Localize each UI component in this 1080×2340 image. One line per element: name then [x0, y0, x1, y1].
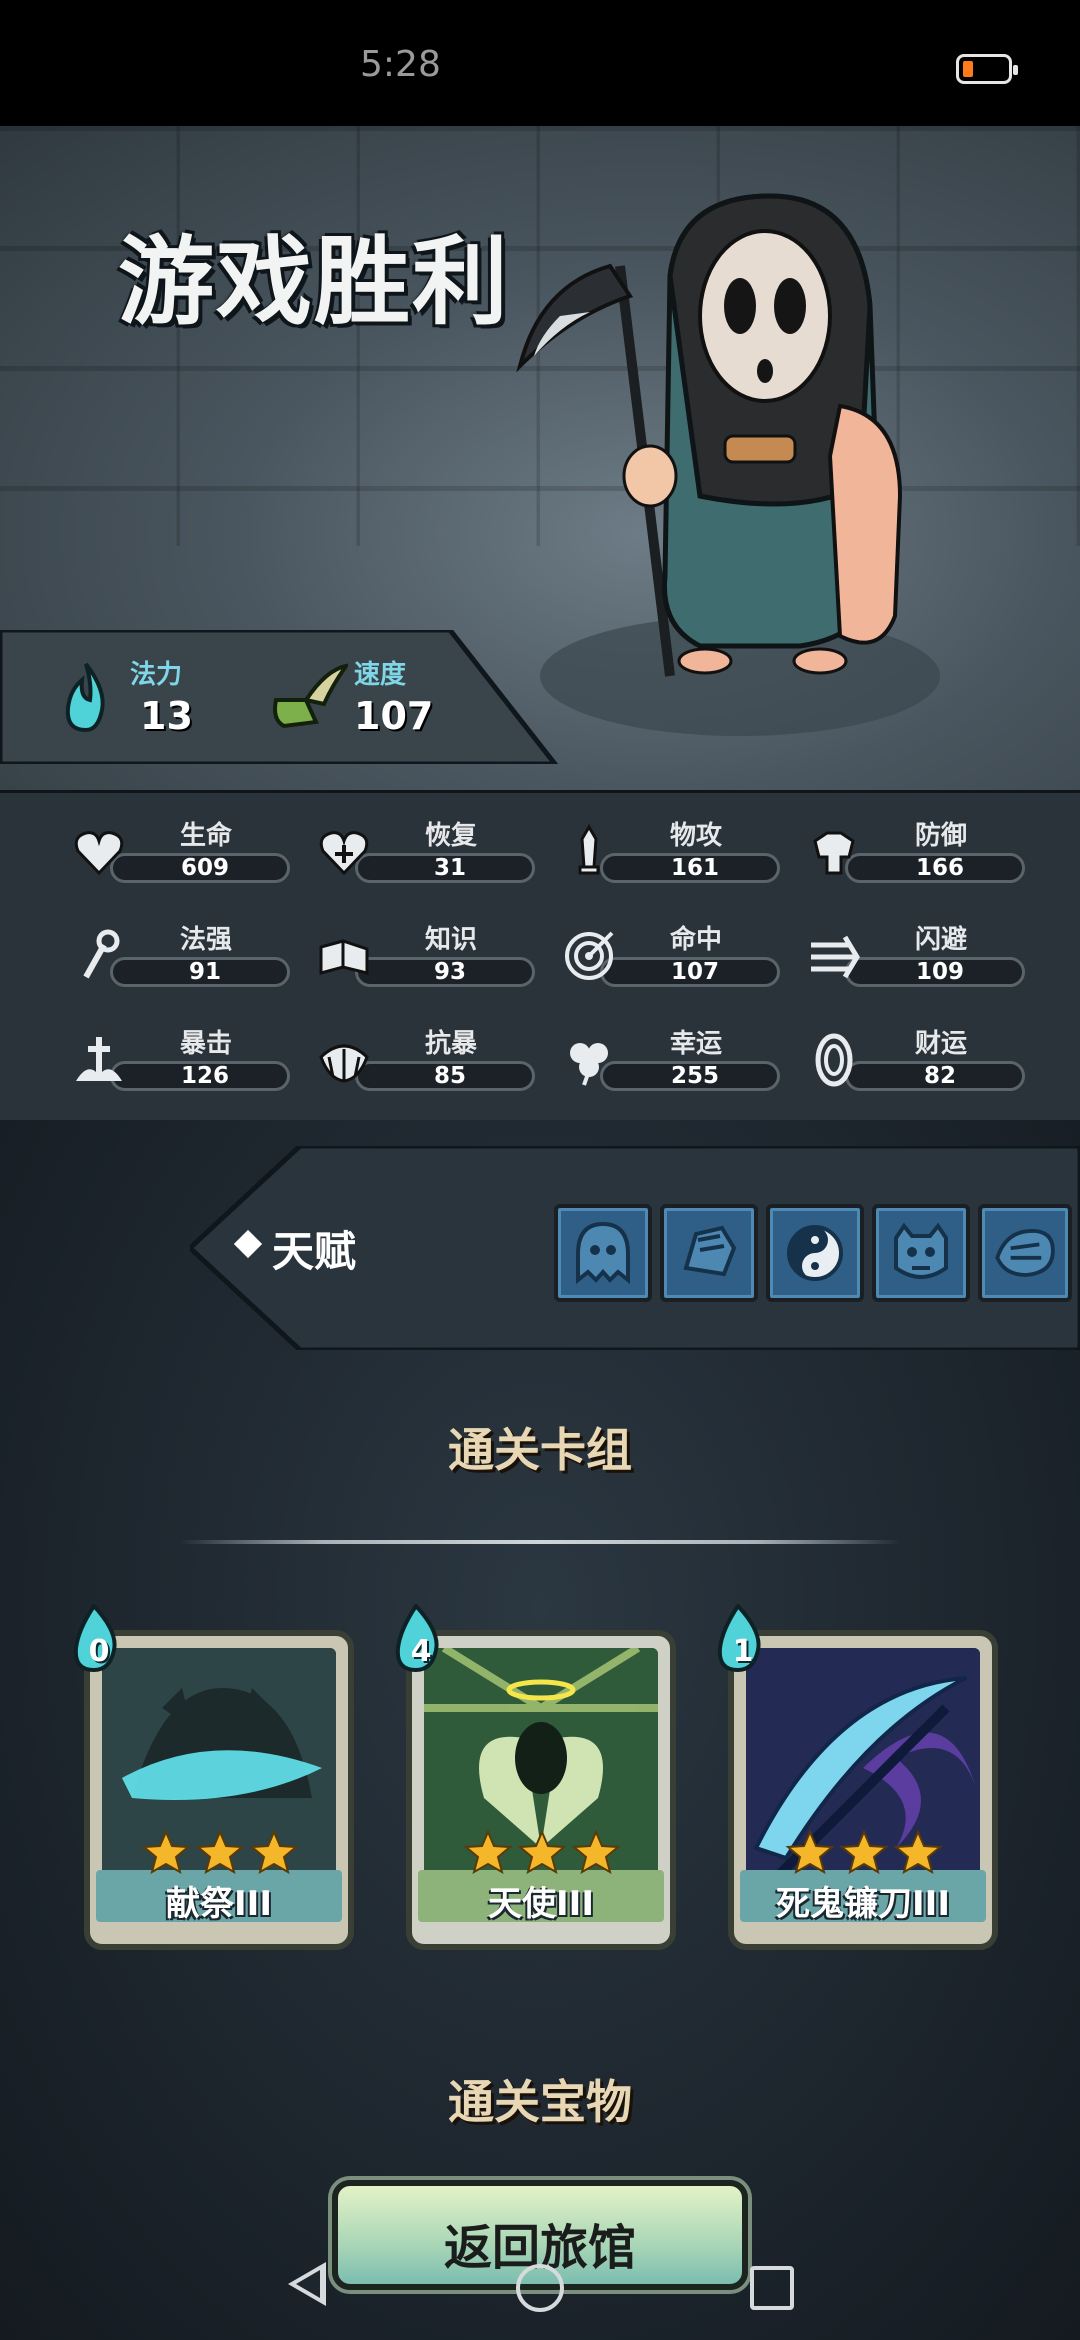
stat-value: 109	[915, 959, 964, 985]
stat-label: 生命	[180, 821, 233, 851]
target-icon	[565, 931, 614, 980]
heart-icon	[74, 831, 124, 876]
treasure-title: 通关宝物	[448, 2075, 632, 2129]
clock: 5:28	[360, 44, 441, 85]
sword-icon	[578, 824, 600, 875]
stat-label: 知识	[425, 925, 478, 955]
stat-6: 命中 107	[560, 917, 782, 997]
speed-value: 107	[354, 694, 434, 738]
mana-value: 13	[140, 694, 193, 738]
stats-panel: 生命 609 恢复 31 物攻 161 防御 166 法强 91 知识 93 命中 107 闪避 109 暴击 1…	[0, 790, 1080, 1126]
stat-value: 82	[923, 1063, 956, 1089]
star-rating	[785, 1830, 943, 1874]
card-cost: 1	[732, 1634, 754, 1669]
speed-label: 速度	[354, 660, 407, 690]
stat-3: 防御 166	[805, 813, 1027, 893]
stat-label: 命中	[670, 925, 723, 955]
stat-value: 107	[670, 959, 719, 985]
star-rating	[463, 1830, 621, 1874]
stat-2: 物攻 161	[560, 813, 782, 893]
battery-icon	[956, 54, 1018, 84]
stat-label: 抗暴	[425, 1029, 478, 1059]
star-rating	[141, 1830, 299, 1874]
talent-label: 天赋	[272, 1227, 357, 1276]
shell-icon	[319, 1044, 369, 1083]
deck-title: 通关卡组	[448, 1423, 632, 1477]
stat-10: 幸运 255	[560, 1021, 782, 1101]
stat-label: 法强	[180, 925, 233, 955]
stat-value: 126	[180, 1063, 229, 1089]
stat-value: 91	[188, 959, 221, 985]
recents-nav-icon[interactable]	[750, 2266, 794, 2310]
victory-title: 游戏胜利	[118, 226, 510, 338]
stat-value: 93	[433, 959, 466, 985]
stat-value: 166	[915, 855, 964, 881]
card-cost: 0	[88, 1634, 110, 1669]
stat-value: 255	[670, 1063, 719, 1089]
stat-label: 防御	[915, 821, 968, 851]
stat-label: 闪避	[915, 925, 968, 955]
stat-value: 85	[433, 1063, 466, 1089]
card-name: 献祭III	[166, 1884, 272, 1924]
winged-boot-icon	[273, 663, 348, 729]
flame-icon	[65, 662, 105, 733]
stat-label: 暴击	[180, 1029, 233, 1059]
stat-11: 财运 82	[805, 1021, 1027, 1101]
card-name: 天使III	[488, 1884, 594, 1924]
stat-value: 609	[180, 855, 229, 881]
home-nav-icon[interactable]	[516, 2264, 564, 2312]
fist-icon[interactable]	[660, 1204, 758, 1302]
staff-icon	[83, 929, 120, 979]
stat-5: 知识 93	[315, 917, 537, 997]
stat-0: 生命 609	[70, 813, 292, 893]
stat-4: 法强 91	[70, 917, 292, 997]
book-icon	[319, 939, 369, 975]
stat-label: 物攻	[670, 821, 723, 851]
armor-icon	[813, 831, 855, 875]
mana-label: 法力	[130, 660, 183, 690]
card-angel[interactable]: 天使III 4	[395, 1604, 676, 1950]
stat-value: 161	[670, 855, 719, 881]
beast-icon[interactable]	[978, 1204, 1072, 1302]
stat-value: 31	[433, 855, 466, 881]
card-death-scythe[interactable]: 死鬼镰刀III 1	[717, 1604, 998, 1950]
stat-8: 暴击 126	[70, 1021, 292, 1101]
stat-1: 恢复 31	[315, 813, 537, 893]
crit-sword-icon	[76, 1037, 122, 1081]
card-cost: 4	[410, 1634, 432, 1669]
coin-icon	[815, 1033, 853, 1087]
card-sacrifice[interactable]: 献祭III 0	[73, 1604, 354, 1950]
yin-yang-icon[interactable]	[766, 1204, 864, 1302]
heart-plus-icon	[319, 831, 369, 876]
stat-7: 闪避 109	[805, 917, 1027, 997]
stat-label: 财运	[915, 1029, 968, 1059]
clover-icon	[570, 1043, 608, 1086]
stat-label: 恢复	[425, 821, 478, 851]
stat-label: 幸运	[670, 1029, 723, 1059]
reaper-character-icon	[516, 193, 940, 736]
stat-9: 抗暴 85	[315, 1021, 537, 1101]
ghost-icon[interactable]	[554, 1204, 652, 1302]
status-bar: 5:28	[0, 0, 1080, 126]
card-name: 死鬼镰刀III	[776, 1884, 950, 1924]
divider	[180, 1540, 900, 1544]
arrows-icon	[811, 935, 860, 979]
ogre-icon[interactable]	[872, 1204, 970, 1302]
